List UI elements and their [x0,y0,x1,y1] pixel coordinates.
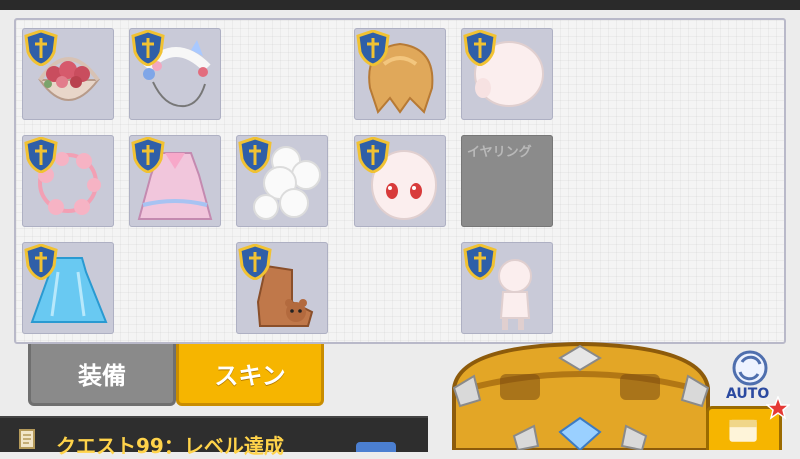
treasure-chest-icon[interactable] [440,340,722,450]
slot-flower-basket[interactable] [22,28,114,120]
slot-face-red-eyes[interactable] [354,135,446,227]
slot-head-back[interactable] [461,28,553,120]
auto-label: AUTO [726,386,770,402]
refresh-icon [732,350,768,386]
shield-icon [463,30,497,66]
shield-icon [24,244,58,280]
quest-banner[interactable]: クエスト99：レベル達成 [0,416,428,458]
slot-flower-wreath[interactable] [22,135,114,227]
tab-skin[interactable]: スキン [176,344,324,406]
shield-icon [131,30,165,66]
tab-equipment-label: 装備 [78,362,126,390]
slot-cloud-accessory[interactable] [236,135,328,227]
earring-slot-label: イヤリング [467,145,532,160]
shield-icon [238,244,272,280]
slot-body-base[interactable] [461,242,553,334]
notification-star-icon [766,396,790,420]
shield-icon [131,137,165,173]
slot-bear-shoes[interactable] [236,242,328,334]
slot-floral-headband[interactable] [129,28,221,120]
equipment-panel: イヤリング [14,18,786,344]
quest-go-button[interactable] [356,442,396,452]
scroll-icon [19,429,35,449]
slot-blonde-hair[interactable] [354,28,446,120]
tab-skin-label: スキン [214,362,286,390]
quest-text: クエスト99：レベル達成 [56,434,284,458]
top-bar [0,0,800,10]
slot-earring-empty[interactable]: イヤリング [461,135,553,227]
shield-icon [463,244,497,280]
slot-pink-dress[interactable] [129,135,221,227]
shield-icon [24,30,58,66]
shield-icon [24,137,58,173]
shield-icon [356,137,390,173]
shield-icon [356,30,390,66]
shield-icon [238,137,272,173]
slot-blue-cape[interactable] [22,242,114,334]
tab-equipment[interactable]: 装備 [28,344,176,406]
